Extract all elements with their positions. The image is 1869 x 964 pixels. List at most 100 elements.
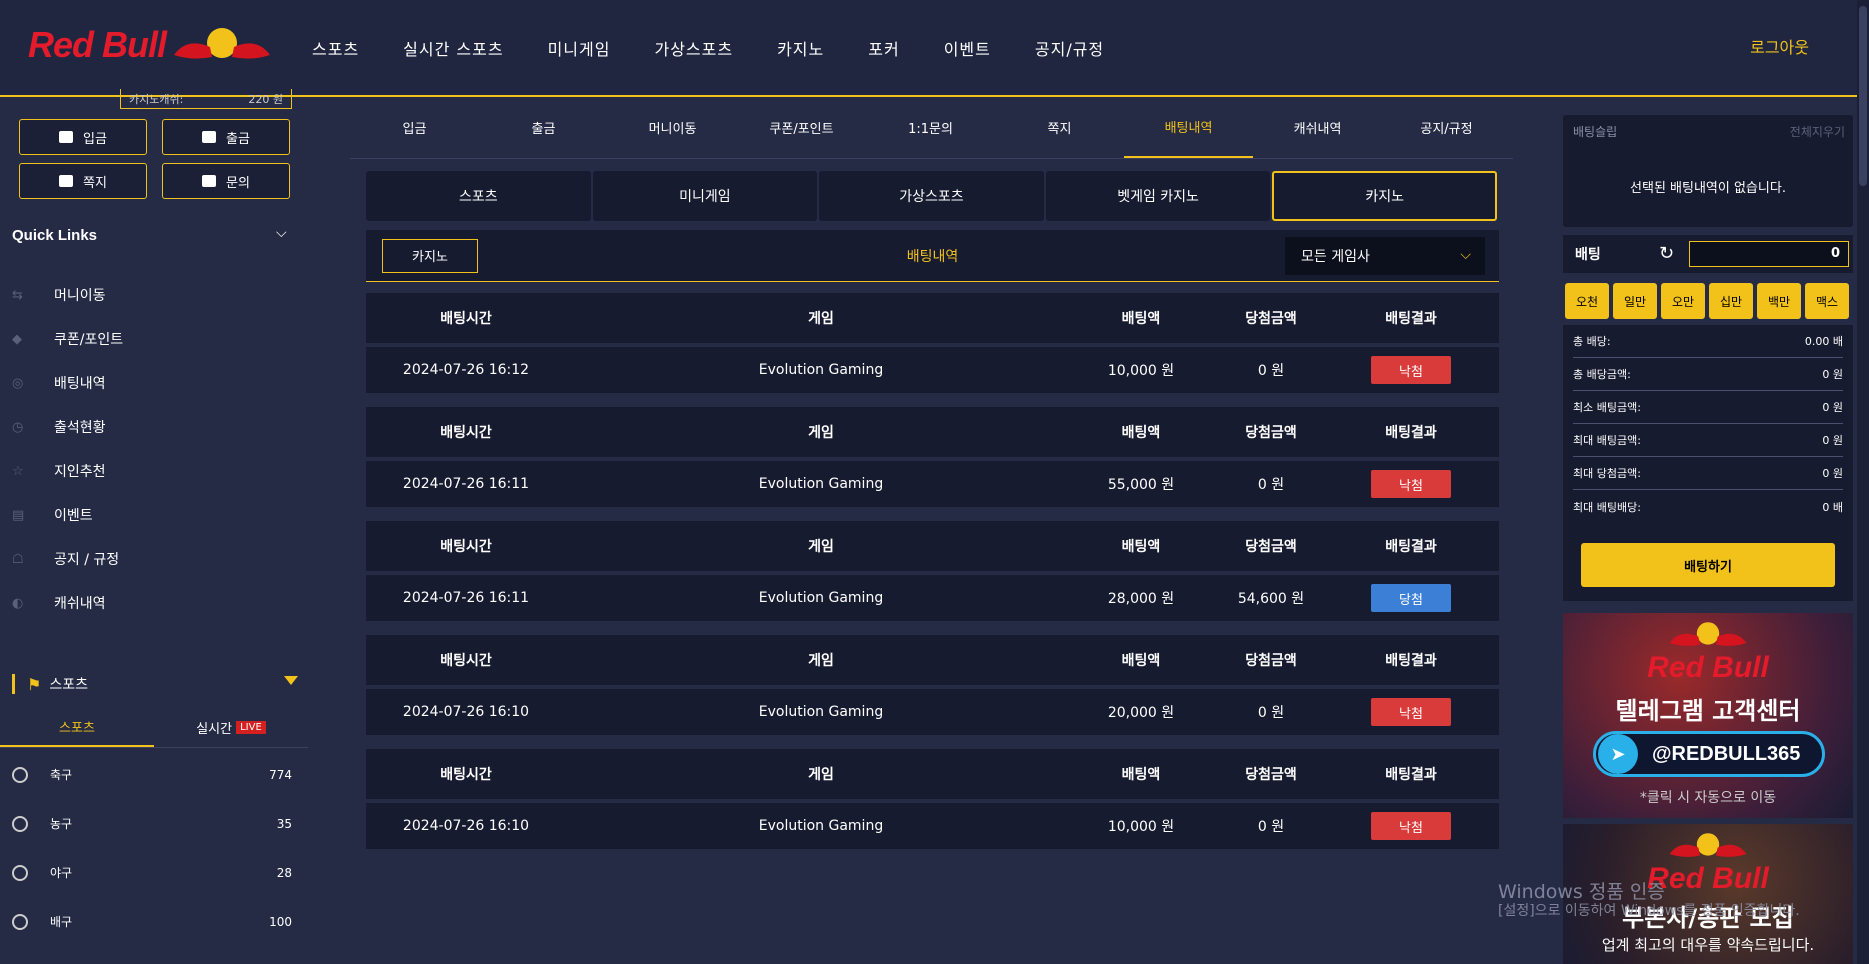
sport-count: 100 [269,914,292,929]
nav-minigame[interactable]: 미니게임 [548,36,611,60]
quick-link-cash-history[interactable]: ◐ 캐쉬내역 [12,581,123,625]
sports-tabs: 스포츠 실시간 LIVE [0,708,308,748]
sport-item-soccer[interactable]: 축구 774 [12,750,292,799]
col-result-header: 배팅결과 [1385,767,1437,783]
triangle-down-icon [284,676,298,685]
quick-link-label: 이벤트 [54,508,93,524]
bet-result-badge[interactable]: 낙첨 [1371,812,1451,840]
bulls-icon [174,28,271,59]
telegram-handle-pill: ➤ @REDBULL365 [1593,731,1825,777]
chevron-down-icon[interactable]: ⌵ [276,225,287,241]
clock-icon: ◷ [12,419,24,435]
quick-link-referral[interactable]: ☆ 지인추천 [12,449,123,493]
nav-casino[interactable]: 카지노 [777,36,824,60]
deposit-button[interactable]: 입금 [19,119,147,155]
quick-links-list: ⇆ 머니이동 ◆ 쿠폰/포인트 ◎ 배팅내역 ◷ 출석현황 ☆ 지인추천 ▤ 이벤트 ☖ 공지… [12,273,123,625]
col-result-header: 배팅결과 [1385,653,1437,669]
casino-filter-button[interactable]: 카지노 [382,238,478,273]
col-amount-header: 배팅액 [1121,311,1161,327]
inquiry-button[interactable]: 문의 [162,163,290,199]
message-button[interactable]: 쪽지 [19,163,147,199]
subtab-cash-history[interactable]: 캐쉬내역 [1253,97,1382,158]
shield-icon: ☖ [12,551,24,567]
subtab-money-move[interactable]: 머니이동 [608,97,737,158]
sport-item-volleyball[interactable]: 배구 100 [12,897,292,946]
deposit-label: 입금 [83,131,107,147]
quick-amount-100k[interactable]: 십만 [1709,283,1753,319]
clear-all-button[interactable]: 전체지우기 [1790,123,1845,140]
nav-events[interactable]: 이벤트 [944,36,991,60]
quick-link-notice[interactable]: ☖ 공지 / 규정 [12,537,123,581]
quick-link-attendance[interactable]: ◷ 출석현황 [12,405,123,449]
bet-header-row: 배팅시간 게임 배팅액 당첨금액 배팅결과 [366,293,1499,343]
category-tab-virtual[interactable]: 가상스포츠 [819,171,1044,221]
nav-notice[interactable]: 공지/규정 [1035,36,1104,60]
sport-item-basketball[interactable]: 농구 35 [12,799,292,848]
quick-amount-1m[interactable]: 백만 [1757,283,1801,319]
bet-result-badge[interactable]: 낙첨 [1371,356,1451,384]
col-game-header: 게임 [808,767,834,783]
subtab-bet-history[interactable]: 배팅내역 [1124,97,1253,158]
quick-amount-max[interactable]: 맥스 [1805,283,1849,319]
quick-amount-50k[interactable]: 오만 [1661,283,1705,319]
sport-name: 농구 [50,817,73,831]
subtab-inquiry[interactable]: 1:1문의 [866,97,995,158]
category-tab-sports[interactable]: 스포츠 [366,171,591,221]
tab-live[interactable]: 실시간 LIVE [154,708,308,747]
bet-header-row: 배팅시간 게임 배팅액 당첨금액 배팅결과 [366,749,1499,799]
subtab-message[interactable]: 쪽지 [995,97,1124,158]
telegram-banner[interactable]: Red Bull 텔레그램 고객센터 ➤ @REDBULL365 *클릭 시 자… [1563,613,1853,818]
withdraw-label: 출금 [226,131,250,147]
logout-button[interactable]: 로그아웃 [1750,34,1809,58]
bet-time: 2024-07-26 16:11 [402,590,530,606]
bet-result-badge[interactable]: 당첨 [1371,584,1451,612]
quick-link-coupon[interactable]: ◆ 쿠폰/포인트 [12,317,123,361]
bet-result-badge[interactable]: 낙첨 [1371,698,1451,726]
subtab-deposit[interactable]: 입금 [350,97,479,158]
sport-item-baseball[interactable]: 야구 28 [12,848,292,897]
category-tab-betgame-casino[interactable]: 벳게임 카지노 [1045,171,1271,221]
refresh-icon[interactable]: ↻ [1659,243,1674,264]
redbull-logo[interactable]: Red Bull [28,24,272,66]
provider-select[interactable]: 모든 게임사 ⌵ [1285,237,1485,275]
page-scrollbar[interactable] [1857,0,1869,964]
balance-value: 220 원 [248,92,283,106]
col-time-header: 배팅시간 [440,311,492,327]
bet-win-amount: 0 원 [1257,705,1285,721]
quick-amount-10k[interactable]: 일만 [1613,283,1657,319]
bet-record: 배팅시간 게임 배팅액 당첨금액 배팅결과 2024-07-26 16:11 Evoluti… [366,407,1499,507]
bet-header-row: 배팅시간 게임 배팅액 당첨금액 배팅결과 [366,635,1499,685]
banner-logo-text: Red Bull [1647,651,1769,684]
quick-link-events[interactable]: ▤ 이벤트 [12,493,123,537]
sports-section-header[interactable]: ⚑ 스포츠 [12,670,302,698]
subtab-withdraw[interactable]: 출금 [479,97,608,158]
soccer-ball-icon [12,766,28,783]
category-tab-minigame[interactable]: 미니게임 [592,171,818,221]
bet-result-cell: 낙첨 [1336,812,1486,840]
quick-link-money-move[interactable]: ⇆ 머니이동 [12,273,123,317]
tab-sports[interactable]: 스포츠 [0,708,154,747]
subtab-notice[interactable]: 공지/규정 [1382,97,1511,158]
total-label: 총 배당금액: [1573,368,1631,381]
bet-amount-input[interactable]: 0 [1689,241,1849,267]
sport-count: 28 [276,865,292,880]
quick-amount-5k[interactable]: 오천 [1565,283,1609,319]
bet-amount: 10,000 원 [1107,363,1175,379]
quick-link-bet-history[interactable]: ◎ 배팅내역 [12,361,123,405]
nav-sports[interactable]: 스포츠 [312,36,359,60]
place-bet-button[interactable]: 배팅하기 [1581,543,1835,587]
nav-live-sports[interactable]: 실시간 스포츠 [403,36,503,60]
bet-result-badge[interactable]: 낙첨 [1371,470,1451,498]
withdraw-button[interactable]: 출금 [162,119,290,155]
total-payout-row: 총 배당금액: 0 원 [1573,358,1843,391]
nav-virtual-sports[interactable]: 가상스포츠 [654,36,733,60]
left-sidebar: 카지노캐쉬: 220 원 입금 출금 쪽지 문의 Quick Links ⌵ ⇆… [0,89,308,964]
bet-list: 배팅시간 게임 배팅액 당첨금액 배팅결과 2024-07-26 16:12 Evoluti… [366,293,1499,863]
bet-game: Evolution Gaming [758,704,884,720]
quick-amount-buttons: 오천 일만 오만 십만 백만 맥스 [1565,283,1849,319]
scrollbar-thumb[interactable] [1859,6,1867,186]
subtab-coupon-point[interactable]: 쿠폰/포인트 [737,97,866,158]
category-tab-casino[interactable]: 카지노 [1272,171,1497,221]
total-label: 최대 배팅금액: [1573,434,1641,447]
nav-poker[interactable]: 포커 [868,36,899,60]
